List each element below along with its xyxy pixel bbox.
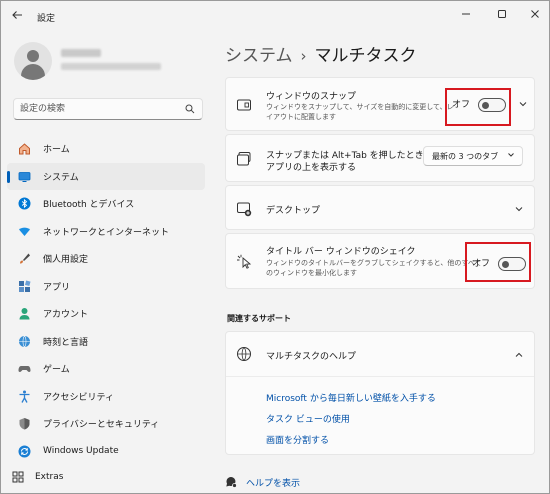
shield-icon [17, 417, 31, 431]
globe-clock-icon [17, 334, 31, 348]
sidebar-item-accessibility[interactable]: アクセシビリティ [7, 383, 205, 411]
sidebar-item-time-language[interactable]: 時刻と言語 [7, 328, 205, 356]
multitask-help-title: マルチタスクのヘルプ [266, 352, 357, 362]
search-input[interactable] [20, 102, 180, 116]
help-link-wallpaper[interactable]: Microsoft から毎日新しい壁紙を入手する [266, 391, 436, 404]
chevron-down-icon[interactable] [514, 204, 524, 214]
sidebar-item-system[interactable]: システム [7, 162, 205, 190]
bluetooth-icon [17, 197, 31, 211]
home-icon [17, 142, 31, 156]
sidebar-item-privacy[interactable]: プライバシーとセキュリティ [7, 410, 205, 438]
snap-desc-line2: イアウトに配置します [266, 113, 336, 121]
sidebar-item-label: Windows Update [43, 446, 119, 457]
sidebar-item-network[interactable]: ネットワークとインターネット [7, 218, 205, 246]
sidebar-item-label: アプリ [43, 282, 71, 293]
sidebar-item-label: ゲーム [43, 365, 70, 376]
shake-cursor-icon [237, 254, 252, 269]
apps-icon [17, 279, 31, 293]
maximize-icon [498, 10, 506, 18]
title-bar: 設定 [1, 1, 549, 31]
arrow-left-icon [12, 11, 22, 19]
sidebar-item-gaming[interactable]: ゲーム [7, 355, 205, 383]
shake-highlight-box [465, 242, 531, 282]
chevron-down-icon [507, 151, 515, 161]
close-icon [531, 10, 539, 18]
chevron-down-icon[interactable] [518, 99, 528, 109]
sidebar-item-bluetooth[interactable]: Bluetooth とデバイス [7, 190, 205, 218]
back-button[interactable] [9, 9, 25, 25]
sidebar-item-windows-update[interactable]: Windows Update [7, 438, 205, 466]
sidebar-item-home[interactable]: ホーム [7, 135, 205, 163]
snap-window-icon [237, 99, 251, 111]
breadcrumb: システム › マルチタスク [225, 41, 417, 66]
search-box[interactable] [13, 98, 203, 120]
extras-label: Extras [35, 472, 64, 482]
chevron-up-icon[interactable] [514, 350, 524, 360]
snap-highlight-box [445, 88, 511, 126]
sidebar-item-label: アカウント [43, 310, 89, 321]
shake-title: タイトル バー ウィンドウのシェイク [266, 247, 416, 257]
account-icon [17, 307, 31, 321]
user-email-blurred [61, 63, 161, 70]
sidebar-item-personalization[interactable]: 個人用設定 [7, 245, 205, 273]
snap-tabs-icon [237, 152, 251, 166]
desktops-title: デスクトップ [266, 206, 321, 216]
shake-desc-line1: ウィンドウのタイトルバーをグラブしてシェイクすると、他のすべて [266, 259, 482, 267]
breadcrumb-parent[interactable]: システム [225, 46, 293, 66]
sidebar-item-label: ホーム [43, 145, 70, 156]
snap-tabs-card: スナップまたは Alt+Tab を押したときに アプリの上を表示する 最新の 3… [225, 134, 535, 182]
minimize-icon [462, 13, 470, 15]
multitask-help-header[interactable]: マルチタスクのヘルプ [226, 332, 534, 376]
snap-tabs-dropdown[interactable]: 最新の 3 つのタブ [423, 146, 523, 166]
system-display-icon [17, 169, 31, 183]
globe-icon [237, 347, 251, 361]
search-icon[interactable] [185, 104, 195, 114]
minimize-button[interactable] [456, 7, 476, 25]
settings-window: 設定 ホーム システム [0, 0, 550, 494]
sidebar-nav: ホーム システム Bluetooth とデバイス ネットワークとインターネット … [7, 135, 205, 465]
page-title: マルチタスク [314, 46, 417, 66]
sidebar-item-apps[interactable]: アプリ [7, 273, 205, 301]
windows-update-icon [17, 444, 31, 458]
sidebar-item-accounts[interactable]: アカウント [7, 300, 205, 328]
maximize-button[interactable] [492, 7, 512, 25]
app-title: 設定 [37, 14, 56, 24]
sidebar-item-label: ネットワークとインターネット [43, 227, 170, 238]
desktops-icon [237, 202, 252, 217]
close-button[interactable] [525, 7, 545, 25]
snap-title: ウィンドウのスナップ [266, 92, 357, 102]
sidebar-item-label: アクセシビリティ [43, 392, 115, 403]
dropdown-value: 最新の 3 つのタブ [432, 152, 499, 161]
avatar[interactable] [14, 42, 52, 80]
help-chat-icon [226, 476, 237, 488]
section-title-related-support: 関連するサポート [227, 314, 291, 323]
snap-tabs-title-line2: アプリの上を表示する [266, 163, 357, 173]
divider [226, 376, 534, 377]
help-link-split-screen[interactable]: 画面を分割する [266, 433, 329, 446]
desktops-card[interactable]: デスクトップ [225, 185, 535, 230]
help-link-task-view[interactable]: タスク ビューの使用 [266, 412, 350, 425]
sidebar-item-label: システム [43, 172, 79, 183]
get-help-label: ヘルプを表示 [246, 479, 301, 489]
breadcrumb-separator: › [300, 47, 307, 65]
snap-desc-line1: ウィンドウをスナップして、サイズを自動的に変更して、レ [266, 103, 454, 111]
sidebar-item-label: プライバシーとセキュリティ [43, 420, 160, 431]
brush-icon [17, 252, 31, 266]
accessibility-icon [17, 389, 31, 403]
sidebar-item-label: 時刻と言語 [43, 337, 89, 348]
wifi-icon [17, 224, 31, 238]
gamepad-icon [17, 362, 31, 376]
extras-grid-icon [11, 470, 25, 484]
avatar-body [21, 64, 45, 80]
sidebar-item-extras[interactable]: Extras [7, 467, 205, 487]
multitask-help-card: マルチタスクのヘルプ Microsoft から毎日新しい壁紙を入手する タスク … [225, 331, 535, 455]
sidebar-item-label: Bluetooth とデバイス [43, 200, 135, 211]
user-name-blurred [61, 49, 101, 57]
avatar-head [27, 50, 39, 62]
sidebar-item-label: 個人用設定 [43, 255, 89, 266]
shake-desc-line2: のウィンドウを最小化します [266, 269, 357, 277]
